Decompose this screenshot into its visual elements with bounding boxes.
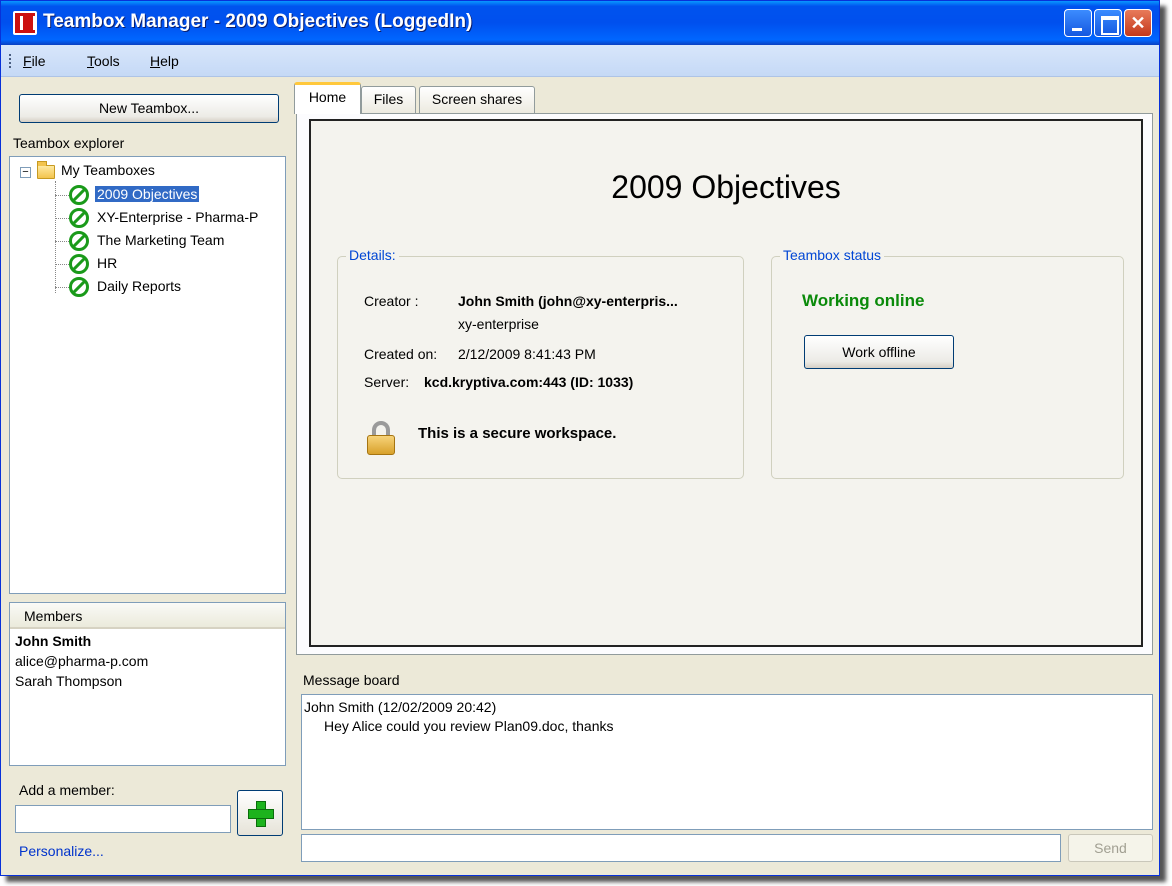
- plus-icon: [248, 801, 274, 827]
- online-status-icon: [69, 254, 89, 274]
- tree-item-2009-objectives[interactable]: 2009 Objectives: [55, 184, 285, 206]
- tab-screen-shares[interactable]: Screen shares: [419, 86, 535, 113]
- tree-root-label[interactable]: My Teamboxes: [61, 162, 155, 178]
- server-label: Server:: [364, 374, 410, 390]
- creator-org: xy-enterprise: [458, 316, 539, 332]
- menu-file[interactable]: File: [23, 53, 46, 69]
- tree-connector: [55, 241, 69, 242]
- created-on-label: Created on:: [364, 346, 438, 362]
- status-legend: Teambox status: [780, 247, 885, 263]
- message-author: John Smith (12/02/2009 20:42): [304, 699, 497, 715]
- tree-item-hr[interactable]: HR: [55, 253, 285, 275]
- members-list[interactable]: Members John Smith alice@pharma-p.com Sa…: [9, 602, 286, 766]
- app-icon[interactable]: [13, 11, 37, 35]
- online-status-icon: [69, 208, 89, 228]
- members-header[interactable]: Members: [10, 603, 285, 629]
- tab-home[interactable]: Home: [294, 82, 361, 114]
- tree-connector: [55, 218, 69, 219]
- lock-icon: [366, 421, 396, 455]
- tree-item-label: XY-Enterprise - Pharma-P: [97, 209, 259, 225]
- teambox-status-group: Teambox status Working online Work offli…: [771, 247, 1124, 479]
- teambox-tree[interactable]: − My Teamboxes 2009 Objectives XY-Enterp…: [9, 156, 286, 594]
- add-member-label: Add a member:: [19, 782, 115, 798]
- message-text: Hey Alice could you review Plan09.doc, t…: [324, 718, 614, 734]
- minimize-button[interactable]: [1064, 9, 1092, 37]
- maximize-button[interactable]: [1094, 9, 1122, 37]
- details-group: Details: Creator : John Smith (john@xy-e…: [337, 247, 744, 479]
- tree-item-label: HR: [97, 255, 118, 271]
- message-input[interactable]: [301, 834, 1061, 862]
- tab-files[interactable]: Files: [361, 86, 416, 113]
- home-tab-panel: 2009 Objectives Details: Creator : John …: [296, 113, 1153, 655]
- tree-connector: [55, 287, 69, 288]
- tree-item-label: Daily Reports: [97, 278, 182, 294]
- toolbar-grip-icon[interactable]: [9, 54, 12, 68]
- folder-icon: [37, 161, 55, 179]
- tree-item-label: 2009 Objectives: [95, 186, 200, 202]
- tree-item-label: The Marketing Team: [97, 232, 225, 248]
- close-button[interactable]: ✕: [1124, 9, 1152, 37]
- home-content: 2009 Objectives Details: Creator : John …: [309, 119, 1143, 647]
- menu-bar: File Tools Help: [1, 45, 1159, 77]
- add-member-button[interactable]: [237, 790, 283, 836]
- tree-item-marketing-team[interactable]: The Marketing Team: [55, 230, 285, 252]
- message-board-label: Message board: [303, 672, 400, 688]
- page-title: 2009 Objectives: [611, 169, 841, 205]
- tree-item-daily-reports[interactable]: Daily Reports: [55, 276, 285, 298]
- title-bar[interactable]: Teambox Manager - 2009 Objectives (Logge…: [1, 1, 1159, 45]
- client-area: New Teambox... Teambox explorer − My Tea…: [5, 78, 1157, 873]
- created-on-value: 2/12/2009 8:41:43 PM: [458, 346, 596, 362]
- member-item[interactable]: John Smith: [15, 633, 91, 649]
- new-teambox-button[interactable]: New Teambox...: [19, 94, 279, 123]
- menu-tools[interactable]: Tools: [87, 53, 120, 69]
- window-title: Teambox Manager - 2009 Objectives (Logge…: [43, 11, 473, 32]
- creator-label: Creator :: [364, 293, 419, 309]
- details-legend: Details:: [346, 247, 399, 263]
- tree-connector: [55, 264, 69, 265]
- add-member-input[interactable]: [15, 805, 231, 833]
- message-board[interactable]: John Smith (12/02/2009 20:42) Hey Alice …: [301, 694, 1153, 830]
- collapse-toggle-icon[interactable]: −: [20, 167, 31, 178]
- online-status-icon: [69, 231, 89, 251]
- online-status-icon: [69, 277, 89, 297]
- server-value: kcd.kryptiva.com:443 (ID: 1033): [424, 374, 634, 390]
- menu-help[interactable]: Help: [150, 53, 179, 69]
- creator-value: John Smith (john@xy-enterpris...: [458, 293, 678, 309]
- secure-workspace-text: This is a secure workspace.: [418, 425, 617, 442]
- tree-connector: [55, 195, 69, 196]
- member-item[interactable]: Sarah Thompson: [15, 673, 122, 689]
- status-text: Working online: [802, 291, 925, 310]
- send-button[interactable]: Send: [1068, 834, 1153, 862]
- member-item[interactable]: alice@pharma-p.com: [15, 653, 148, 669]
- personalize-link[interactable]: Personalize...: [19, 843, 104, 859]
- tree-item-xy-enterprise[interactable]: XY-Enterprise - Pharma-P: [55, 207, 285, 229]
- work-offline-button[interactable]: Work offline: [804, 335, 954, 369]
- app-window: Teambox Manager - 2009 Objectives (Logge…: [0, 0, 1160, 876]
- teambox-explorer-label: Teambox explorer: [13, 135, 125, 151]
- online-status-icon: [69, 185, 89, 205]
